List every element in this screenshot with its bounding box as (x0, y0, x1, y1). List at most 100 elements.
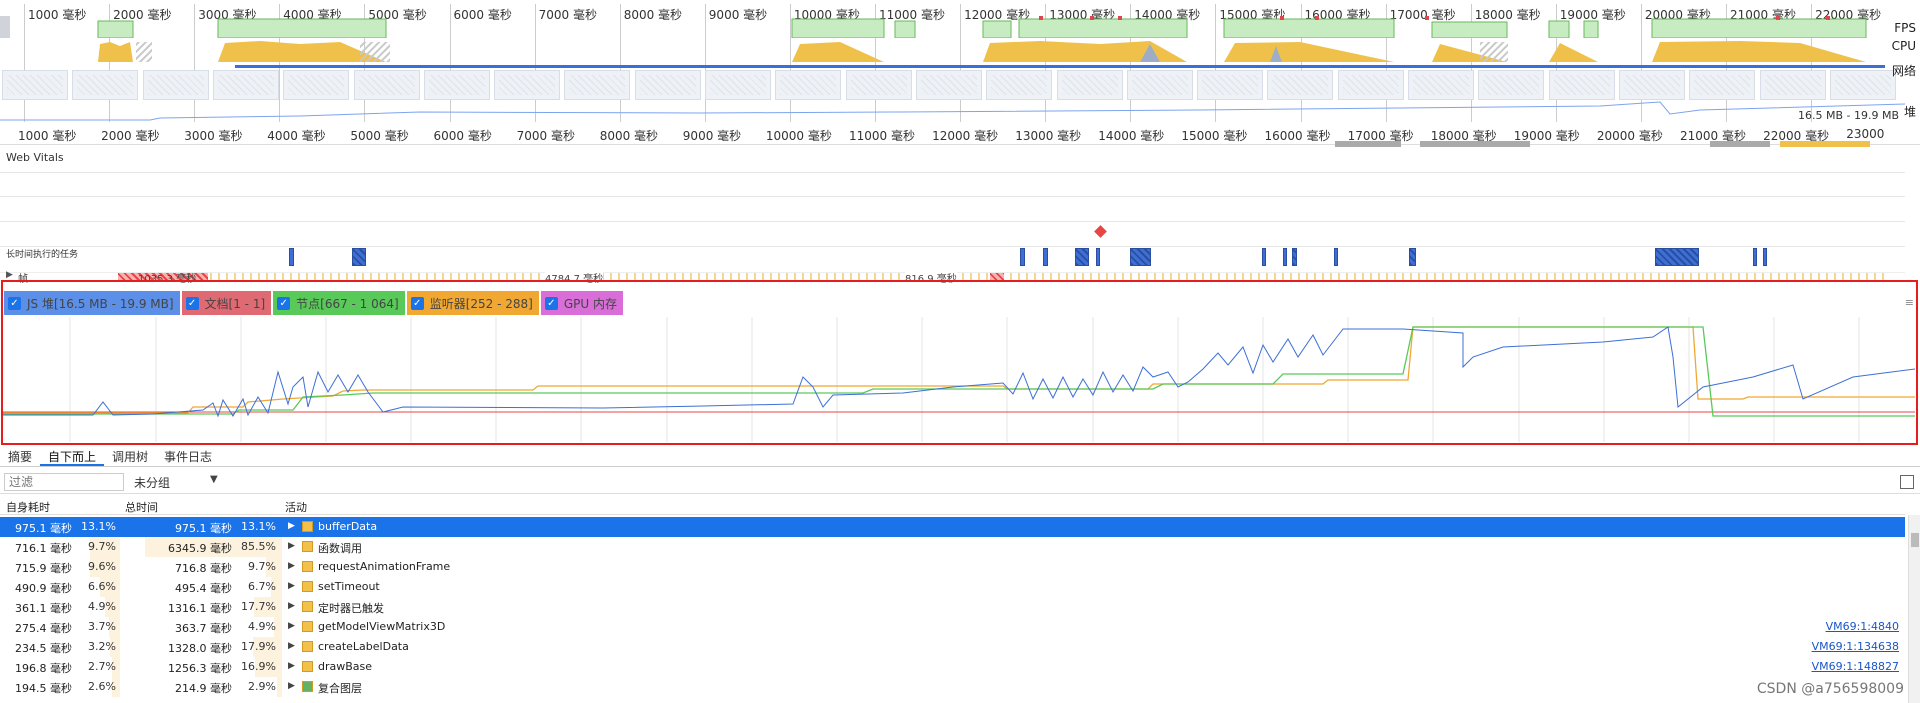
self-pct-cell: 2.7% (88, 660, 116, 673)
checkbox-icon[interactable]: ✓ (544, 296, 558, 310)
table-row[interactable]: 194.5 毫秒 2.6% 214.9 毫秒 2.9% ▶ 复合图层 (0, 677, 1905, 697)
overview-track-labels: FPS CPU 网络 堆 (0, 0, 1920, 120)
long-task-block[interactable] (1096, 248, 1100, 266)
long-task-block[interactable] (1075, 248, 1089, 266)
long-tasks-label: 长时间执行的任务 (6, 250, 79, 260)
category-swatch (302, 601, 313, 612)
total-time-cell: 363.7 毫秒 (175, 622, 232, 635)
long-task-block[interactable] (1334, 248, 1338, 266)
details-tab[interactable]: 事件日志 (156, 447, 220, 466)
checkbox-icon[interactable]: ✓ (277, 296, 291, 310)
category-swatch (302, 681, 313, 692)
activity-name: requestAnimationFrame (318, 560, 451, 573)
total-pct-cell: 4.9% (248, 620, 276, 633)
expand-arrow-icon[interactable]: ▶ (288, 621, 295, 631)
long-task-block[interactable] (1655, 248, 1699, 266)
watermark: CSDN @a756598009 (1756, 681, 1904, 697)
activity-name: setTimeout (318, 580, 380, 593)
total-pct-cell: 6.7% (248, 580, 276, 593)
self-time-cell: 275.4 毫秒 (15, 622, 72, 635)
chevron-down-icon[interactable]: ▼ (210, 474, 218, 485)
long-task-block[interactable] (352, 248, 366, 266)
long-task-block[interactable] (1753, 248, 1757, 266)
total-time-bar (277, 677, 282, 697)
grouping-select[interactable]: 未分组 (134, 474, 170, 491)
source-link[interactable]: VM69:1:134638 (1812, 640, 1899, 653)
table-row[interactable]: 975.1 毫秒 13.1% 975.1 毫秒 13.1% ▶ bufferDa… (0, 517, 1905, 537)
expand-arrow-icon[interactable]: ▶ (288, 521, 295, 531)
header-activity[interactable]: 活动 (285, 499, 307, 515)
activity-name: 函数调用 (318, 542, 362, 555)
long-task-block[interactable] (289, 248, 294, 266)
activity-name: 复合图层 (318, 682, 362, 695)
self-time-cell: 975.1 毫秒 (15, 522, 72, 535)
details-tab[interactable]: 调用树 (104, 447, 156, 466)
long-task-block[interactable] (1409, 248, 1416, 266)
sidebar-toggle-icon[interactable] (1900, 475, 1914, 489)
table-row[interactable]: 234.5 毫秒 3.2% 1328.0 毫秒 17.9% ▶ createLa… (0, 637, 1905, 657)
self-time-cell: 490.9 毫秒 (15, 582, 72, 595)
activity-name: bufferData (318, 520, 378, 533)
vitals-divider (0, 221, 1905, 222)
table-row[interactable]: 715.9 毫秒 9.6% 716.8 毫秒 9.7% ▶ requestAni… (0, 557, 1905, 577)
expand-arrow-icon[interactable]: ▶ (288, 561, 295, 571)
total-pct-cell: 17.9% (241, 640, 276, 653)
details-tab[interactable]: 自下而上 (40, 447, 105, 466)
total-time-cell: 1256.3 毫秒 (168, 662, 232, 675)
frames-expand-arrow[interactable]: ▶ (6, 270, 13, 280)
table-row[interactable]: 361.1 毫秒 4.9% 1316.1 毫秒 17.7% ▶ 定时器已触发 (0, 597, 1905, 617)
expand-arrow-icon[interactable]: ▶ (288, 681, 295, 691)
long-task-block[interactable] (1283, 248, 1287, 266)
self-pct-cell: 3.7% (88, 620, 116, 633)
table-row[interactable]: 490.9 毫秒 6.6% 495.4 毫秒 6.7% ▶ setTimeout (0, 577, 1905, 597)
self-pct-cell: 6.6% (88, 580, 116, 593)
table-row[interactable]: 275.4 毫秒 3.7% 363.7 毫秒 4.9% ▶ getModelVi… (0, 617, 1905, 637)
self-time-cell: 716.1 毫秒 (15, 542, 72, 555)
total-pct-cell: 13.1% (241, 520, 276, 533)
memory-menu-icon[interactable]: ≡ (1905, 296, 1914, 309)
self-pct-cell: 9.7% (88, 540, 116, 553)
memory-legend-label: 监听器[252 - 288] (429, 296, 533, 311)
total-pct-cell: 2.9% (248, 680, 276, 693)
memory-legend-label: GPU 内存 (563, 296, 618, 311)
category-swatch (302, 561, 313, 572)
memory-legend-item[interactable]: ✓ 文档[1 - 1] (181, 291, 272, 315)
header-self-time[interactable]: 自身耗时 (6, 499, 50, 515)
long-task-block[interactable] (1020, 248, 1025, 266)
long-task-block[interactable] (1130, 248, 1151, 266)
expand-arrow-icon[interactable]: ▶ (288, 541, 295, 551)
expand-arrow-icon[interactable]: ▶ (288, 641, 295, 651)
total-time-cell: 716.8 毫秒 (175, 562, 232, 575)
header-total-time[interactable]: 总时间 (125, 499, 158, 515)
table-row[interactable]: 716.1 毫秒 9.7% 6345.9 毫秒 85.5% ▶ 函数调用 (0, 537, 1905, 557)
long-task-block[interactable] (1262, 248, 1266, 266)
expand-arrow-icon[interactable]: ▶ (288, 581, 295, 591)
memory-chart-svg (3, 317, 1916, 442)
source-link[interactable]: VM69:1:4840 (1826, 620, 1899, 633)
vitals-divider (0, 196, 1905, 197)
details-tab[interactable]: 摘要 (0, 447, 40, 466)
vertical-scrollbar[interactable] (1908, 515, 1920, 703)
category-swatch (302, 581, 313, 592)
expand-arrow-icon[interactable]: ▶ (288, 601, 295, 611)
memory-legend-item[interactable]: ✓ JS 堆[16.5 MB - 19.9 MB] (4, 291, 180, 315)
expand-arrow-icon[interactable]: ▶ (288, 661, 295, 671)
long-task-block[interactable] (1763, 248, 1767, 266)
layout-shift-marker[interactable] (1094, 225, 1107, 238)
memory-legend-item[interactable]: ✓ 节点[667 - 1 064] (273, 291, 405, 315)
long-task-block[interactable] (1043, 248, 1048, 266)
table-row[interactable]: 196.8 毫秒 2.7% 1256.3 毫秒 16.9% ▶ drawBase… (0, 657, 1905, 677)
long-task-block[interactable] (1292, 248, 1297, 266)
total-time-cell: 495.4 毫秒 (175, 582, 232, 595)
checkbox-icon[interactable]: ✓ (410, 296, 424, 310)
cpu-label: CPU (1891, 39, 1916, 53)
checkbox-icon[interactable]: ✓ (185, 296, 199, 310)
heap-label: 堆 (1903, 105, 1916, 119)
checkbox-icon[interactable]: ✓ (8, 296, 21, 310)
filter-input[interactable] (4, 473, 124, 491)
total-time-cell: 1316.1 毫秒 (168, 602, 232, 615)
memory-legend-item[interactable]: ✓ GPU 内存 (540, 291, 624, 315)
memory-chart (3, 317, 1916, 442)
memory-legend-item[interactable]: ✓ 监听器[252 - 288] (406, 291, 539, 315)
source-link[interactable]: VM69:1:148827 (1812, 660, 1899, 673)
